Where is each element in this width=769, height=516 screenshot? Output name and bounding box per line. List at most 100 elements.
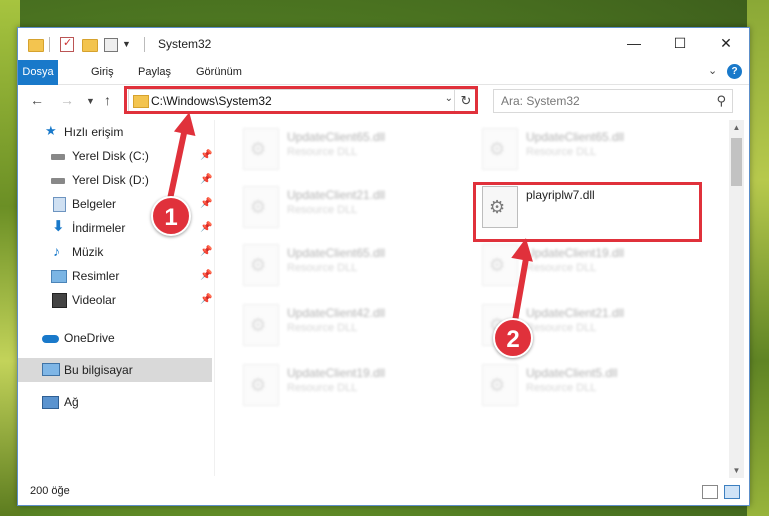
sidebar-item-this-pc[interactable]: Bu bilgisayar — [18, 358, 212, 382]
minimize-button[interactable]: — — [611, 28, 657, 59]
tab-view[interactable]: Görünüm — [186, 60, 252, 84]
vertical-scrollbar[interactable]: ▲ ▼ — [729, 120, 744, 478]
sidebar-item-music[interactable]: ♪ Müzik 📌 — [18, 240, 212, 264]
onedrive-icon — [42, 335, 59, 343]
sidebar-item-pictures[interactable]: Resimler 📌 — [18, 264, 212, 288]
dll-file-icon — [243, 128, 279, 170]
new-folder-icon[interactable] — [82, 39, 98, 52]
sidebar-item-videos[interactable]: Videolar 📌 — [18, 288, 212, 312]
scroll-up-icon[interactable]: ▲ — [729, 120, 744, 135]
ribbon-expand-icon[interactable]: ⌄ — [708, 64, 717, 77]
details-view-icon[interactable] — [702, 485, 718, 499]
music-icon: ♪ — [53, 243, 60, 259]
pin-icon[interactable]: 📌 — [200, 264, 212, 288]
pin-icon[interactable]: 📌 — [200, 216, 212, 240]
dll-file-icon — [243, 364, 279, 406]
toolbar-separator — [144, 37, 145, 52]
sidebar-item-label: Müzik — [72, 245, 104, 259]
file-item[interactable]: UpdateClient65.dll Resource DLL — [243, 128, 463, 174]
tab-home[interactable]: Giriş — [81, 60, 124, 84]
downloads-icon: ⬇ — [52, 218, 65, 235]
file-type: Resource DLL — [526, 262, 597, 274]
documents-icon — [53, 197, 66, 212]
file-item[interactable]: UpdateClient65.dll Resource DLL — [243, 244, 463, 290]
customize-icon[interactable] — [104, 38, 118, 52]
search-input[interactable]: Ara: System32 — [501, 94, 580, 108]
ribbon: Dosya Giriş Paylaş Görünüm ⌄ ? — [18, 60, 749, 106]
sidebar-item-label: Yerel Disk (C:) — [72, 149, 149, 163]
file-highlight — [473, 182, 702, 242]
quick-access-dropdown-icon[interactable]: ▼ — [122, 39, 131, 55]
search-box[interactable]: Ara: System32 ⚲ — [493, 89, 733, 113]
navigation-pane: ★ Hızlı erişim Yerel Disk (C:) 📌 Yerel D… — [18, 120, 215, 476]
sidebar-item-label: Videolar — [72, 293, 116, 307]
arrow-1-head — [173, 109, 201, 137]
drive-icon — [51, 154, 65, 160]
sidebar-item-label: Hızlı erişim — [64, 125, 124, 139]
close-button[interactable]: ✕ — [703, 28, 749, 59]
file-type: Resource DLL — [287, 322, 358, 334]
title-bar: ▼ System32 — ☐ ✕ — [18, 28, 749, 60]
computer-icon — [42, 363, 60, 376]
file-type: Resource DLL — [287, 146, 358, 158]
sidebar-item-label: İndirmeler — [72, 221, 126, 235]
sidebar-item-label: Ağ — [64, 395, 79, 409]
sidebar-item-label: Yerel Disk (D:) — [72, 173, 149, 187]
file-item[interactable]: UpdateClient5.dll Resource DLL — [482, 364, 702, 410]
file-name: UpdateClient65.dll — [287, 246, 386, 260]
up-arrow-icon[interactable]: ↑ — [104, 92, 111, 108]
file-name: UpdateClient19.dll — [526, 246, 625, 260]
sidebar-item-network[interactable]: Ağ — [18, 390, 212, 414]
search-icon[interactable]: ⚲ — [716, 93, 726, 109]
file-item[interactable]: UpdateClient42.dll Resource DLL — [243, 304, 463, 350]
pin-icon[interactable]: 📌 — [200, 288, 212, 312]
file-type: Resource DLL — [287, 382, 358, 394]
status-bar: 200 öğe — [18, 480, 749, 504]
file-name: UpdateClient5.dll — [526, 366, 618, 380]
pin-icon[interactable]: 📌 — [200, 240, 212, 264]
scroll-thumb[interactable] — [731, 138, 742, 186]
file-name: UpdateClient21.dll — [526, 306, 625, 320]
scroll-down-icon[interactable]: ▼ — [729, 463, 744, 478]
file-item[interactable]: UpdateClient65.dll Resource DLL — [482, 128, 702, 174]
sidebar-item-onedrive[interactable]: OneDrive — [18, 326, 212, 350]
forward-arrow-icon[interactable]: → — [60, 92, 74, 108]
dll-file-icon — [243, 244, 279, 286]
large-icons-view-icon[interactable] — [724, 485, 740, 499]
tab-share[interactable]: Paylaş — [128, 60, 181, 84]
back-arrow-icon[interactable]: ← — [30, 92, 44, 108]
properties-check-icon[interactable] — [60, 36, 74, 52]
sidebar-item-local-disk-d[interactable]: Yerel Disk (D:) 📌 — [18, 168, 212, 192]
pin-icon[interactable]: 📌 — [200, 192, 212, 216]
file-type: Resource DLL — [526, 322, 597, 334]
recent-locations-chevron-icon[interactable]: ▼ — [86, 96, 95, 106]
star-icon: ★ — [45, 123, 57, 138]
file-name: UpdateClient42.dll — [287, 306, 386, 320]
help-icon[interactable]: ? — [727, 64, 742, 79]
pin-icon[interactable]: 📌 — [200, 168, 212, 192]
file-type: Resource DLL — [287, 204, 358, 216]
pin-icon[interactable]: 📌 — [200, 144, 212, 168]
file-type: Resource DLL — [526, 382, 597, 394]
maximize-button[interactable]: ☐ — [657, 28, 703, 59]
file-name: UpdateClient65.dll — [287, 130, 386, 144]
address-bar-highlight — [124, 86, 478, 114]
sidebar-item-label: Belgeler — [72, 197, 117, 211]
step-badge-1: 1 — [151, 196, 191, 236]
file-item[interactable]: UpdateClient21.dll Resource DLL — [243, 186, 463, 232]
pictures-icon — [51, 270, 67, 283]
dll-file-icon — [243, 186, 279, 228]
videos-icon — [52, 293, 67, 308]
arrow-2-head — [511, 236, 537, 262]
drive-icon — [51, 178, 65, 184]
dll-file-icon — [243, 304, 279, 346]
folder-icon[interactable] — [28, 39, 44, 52]
desktop-background-right — [747, 0, 769, 516]
dll-file-icon — [482, 364, 518, 406]
file-name: UpdateClient19.dll — [287, 366, 386, 380]
file-type: Resource DLL — [526, 146, 597, 158]
network-icon — [42, 396, 59, 409]
item-count: 200 öğe — [30, 485, 70, 497]
sidebar-item-label: Resimler — [72, 269, 120, 283]
file-item[interactable]: UpdateClient19.dll Resource DLL — [243, 364, 463, 410]
